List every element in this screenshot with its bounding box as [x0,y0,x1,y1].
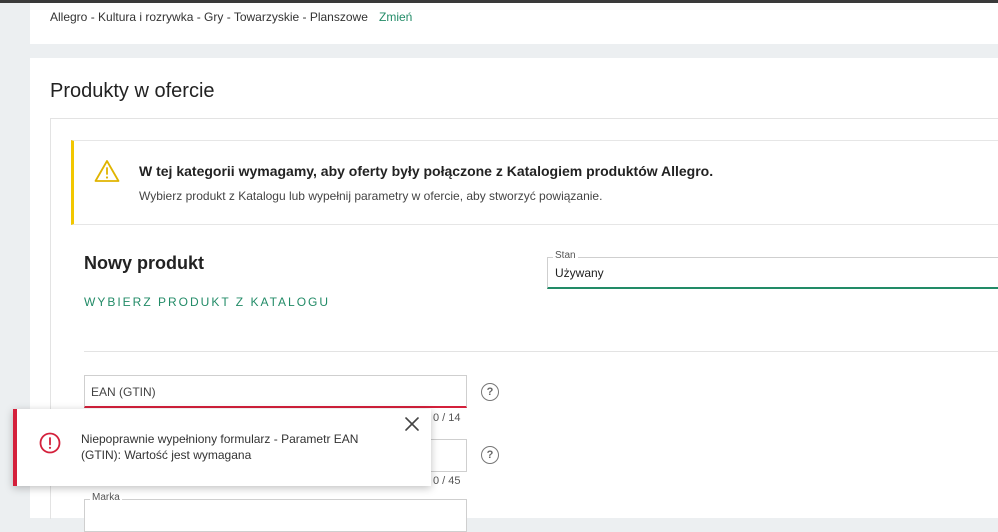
second-parameter-help-icon[interactable]: ? [481,446,499,464]
ean-input[interactable]: EAN (GTIN) [84,375,467,408]
alert-title: W tej kategorii wymagamy, aby oferty był… [139,163,714,179]
section-title: Produkty w ofercie [50,80,215,102]
second-parameter-char-counter: 0 / 45 [433,475,461,487]
error-circle-icon [39,432,61,454]
condition-select[interactable]: Stan Używany [547,250,998,289]
change-category-link[interactable]: Zmień [379,10,412,24]
choose-from-catalog-link[interactable]: WYBIERZ PRODUKT Z KATALOGU [84,295,330,309]
condition-value: Używany [555,266,604,280]
category-card: Allegro - Kultura i rozrywka - Gry - Tow… [30,3,998,44]
close-icon[interactable] [403,415,421,433]
alert-description: Wybierz produkt z Katalogu lub wypełnij … [139,189,603,203]
ean-char-counter: 0 / 14 [433,412,461,424]
error-message: Niepoprawnie wypełniony formularz - Para… [81,432,359,462]
ean-placeholder: EAN (GTIN) [91,385,156,399]
condition-label: Stan [553,250,578,261]
brand-label: Marka [90,492,122,503]
ean-help-icon[interactable]: ? [481,383,499,401]
brand-input[interactable]: Marka [84,492,467,532]
divider [84,351,998,352]
category-path: Allegro - Kultura i rozrywka - Gry - Tow… [50,10,368,24]
error-toast: Niepoprawnie wypełniony formularz - Para… [13,409,431,486]
warning-triangle-icon [94,160,120,182]
catalog-required-alert: W tej kategorii wymagamy, aby oferty był… [71,140,998,225]
new-product-title: Nowy produkt [84,253,204,273]
